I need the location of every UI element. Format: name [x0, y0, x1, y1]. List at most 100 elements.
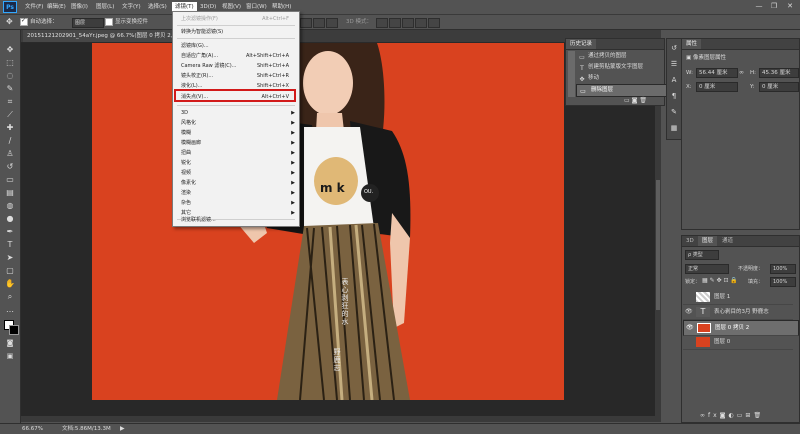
layer-row[interactable]: 图层 0: [683, 335, 793, 350]
fill-input[interactable]: 100%: [770, 277, 796, 287]
background-color-swatch[interactable]: [9, 325, 19, 335]
menu-select[interactable]: 选择(S): [148, 2, 167, 12]
character-panel-icon[interactable]: A: [668, 75, 680, 86]
distribute-button[interactable]: [326, 18, 338, 28]
menu-item-stylize[interactable]: 风格化 ▶: [181, 119, 295, 127]
tab-channels[interactable]: 通道: [718, 236, 737, 246]
3d-slide-button[interactable]: [415, 18, 427, 28]
menu-type[interactable]: 文字(Y): [122, 2, 141, 12]
menu-item-last-filter[interactable]: 上次滤镜操作(F) Alt+Ctrl+F: [181, 15, 295, 23]
minimize-icon[interactable]: —: [752, 1, 766, 12]
menu-item-render[interactable]: 渲染 ▶: [181, 189, 295, 197]
tab-layers[interactable]: 图层: [698, 236, 718, 246]
history-panel-icon[interactable]: ↺: [668, 43, 680, 54]
menu-item-distort[interactable]: 扭曲 ▶: [181, 149, 295, 157]
swatches-panel-icon[interactable]: ▦: [668, 123, 680, 134]
align-button[interactable]: [300, 18, 312, 28]
move-tool-icon[interactable]: ✥: [4, 44, 16, 55]
menu-edit[interactable]: 编辑(E): [47, 2, 66, 12]
history-item[interactable]: ✥ 移动: [576, 73, 664, 84]
quick-select-tool-icon[interactable]: ✎: [4, 83, 16, 94]
screen-mode-icon[interactable]: ▣: [4, 351, 16, 362]
link-layers-icon[interactable]: ∞: [700, 412, 708, 419]
layer-row-selected[interactable]: 👁 图层 0 拷贝 2: [683, 320, 799, 336]
history-item-selected[interactable]: ▭ 删除图层: [576, 84, 670, 97]
menu-item-pixelate[interactable]: 像素化 ▶: [181, 179, 295, 187]
show-transform-checkbox[interactable]: 显示变换控件: [105, 17, 148, 27]
menu-image[interactable]: 图像(I): [71, 2, 88, 12]
menu-item-blur-gallery[interactable]: 模糊画廊 ▶: [181, 139, 295, 147]
type-tool-icon[interactable]: T: [4, 239, 16, 250]
snapshot-camera-icon[interactable]: ◙: [632, 97, 638, 104]
link-icon[interactable]: ∞: [739, 69, 744, 76]
menu-item-lens-correction[interactable]: 镜头校正(R)... Shift+Ctrl+R: [181, 72, 295, 80]
menu-item-convert-smart-filter[interactable]: 转换为智能滤镜(S): [181, 28, 295, 36]
blur-tool-icon[interactable]: ◍: [4, 200, 16, 211]
healing-brush-tool-icon[interactable]: ✚: [4, 122, 16, 133]
layer-row[interactable]: 图层 1: [683, 290, 793, 305]
marquee-tool-icon[interactable]: ⬚: [4, 57, 16, 68]
photo-canvas[interactable]: m k OU.: [92, 43, 564, 401]
menu-layer[interactable]: 图层(L): [96, 2, 114, 12]
menu-item-blur[interactable]: 模糊 ▶: [181, 129, 295, 137]
new-document-from-state-icon[interactable]: ▭: [624, 97, 630, 104]
close-icon[interactable]: ✕: [783, 1, 797, 12]
vertical-scroll-thumb[interactable]: [656, 180, 660, 310]
dodge-tool-icon[interactable]: ●: [4, 213, 16, 224]
trash-icon[interactable]: 🗑: [639, 97, 647, 104]
gradient-tool-icon[interactable]: ▤: [4, 187, 16, 198]
3d-pan-button[interactable]: [402, 18, 414, 28]
height-input[interactable]: 45.36 厘米: [759, 68, 799, 78]
trash-icon[interactable]: 🗑: [753, 412, 764, 419]
eye-icon[interactable]: 👁: [686, 321, 694, 335]
history-item[interactable]: T 创建剪贴蒙版文字图层: [576, 62, 664, 73]
opacity-input[interactable]: 100%: [770, 264, 796, 274]
restore-icon[interactable]: ❐: [767, 1, 781, 12]
menu-item-sharpen[interactable]: 锐化 ▶: [181, 159, 295, 167]
horizontal-scrollbar[interactable]: [21, 416, 661, 422]
auto-select-checkbox[interactable]: 自动选择：: [20, 16, 58, 27]
adjustment-layer-icon[interactable]: ◐: [729, 412, 737, 419]
pen-tool-icon[interactable]: ✒: [4, 226, 16, 237]
shape-tool-icon[interactable]: ▢: [4, 265, 16, 276]
lasso-tool-icon[interactable]: ◌: [4, 70, 16, 81]
brush-panel-icon[interactable]: ✎: [668, 107, 680, 118]
brush-tool-icon[interactable]: ∕: [4, 135, 16, 146]
menu-item-camera-raw[interactable]: Camera Raw 滤镜(C)... Shift+Ctrl+A: [181, 62, 295, 70]
path-select-tool-icon[interactable]: ➤: [4, 252, 16, 263]
eyedropper-tool-icon[interactable]: ⟋: [4, 109, 16, 120]
auto-select-dropdown[interactable]: 图层: [72, 18, 104, 28]
eye-icon[interactable]: 👁: [685, 305, 693, 319]
menu-file[interactable]: 文件(F): [25, 2, 43, 12]
tab-3d[interactable]: 3D: [682, 236, 698, 246]
menu-item-video[interactable]: 视频 ▶: [181, 169, 295, 177]
paragraph-panel-icon[interactable]: ¶: [668, 91, 680, 102]
3d-roll-button[interactable]: [389, 18, 401, 28]
3d-rotate-button[interactable]: [376, 18, 388, 28]
blend-mode-dropdown[interactable]: 正常: [685, 264, 729, 274]
menu-item-adaptive-wide-angle[interactable]: 自适应广角(A)... Alt+Shift+Ctrl+A: [181, 52, 295, 60]
eraser-tool-icon[interactable]: ▭: [4, 174, 16, 185]
history-item[interactable]: ▭ 通过拷贝的图层: [576, 51, 664, 62]
zoom-tool-icon[interactable]: ⌕: [4, 291, 16, 302]
x-input[interactable]: 0 厘米: [696, 82, 738, 92]
menu-item-3d[interactable]: 3D ▶: [181, 109, 295, 117]
y-input[interactable]: 0 厘米: [759, 82, 799, 92]
status-menu-arrow-icon[interactable]: ▶: [120, 425, 125, 433]
properties-panel-icon[interactable]: ☰: [668, 59, 680, 70]
menu-item-browse-online[interactable]: 浏览联机滤镜...: [181, 216, 295, 224]
quick-mask-icon[interactable]: ◙: [4, 338, 16, 349]
clone-stamp-tool-icon[interactable]: ♙: [4, 148, 16, 159]
history-brush-tool-icon[interactable]: ↺: [4, 161, 16, 172]
layer-filter-dropdown[interactable]: ρ 类型: [685, 250, 719, 260]
add-mask-icon[interactable]: ◙: [720, 412, 729, 419]
more-tools-icon[interactable]: …: [4, 304, 16, 315]
move-tool-icon[interactable]: ✥: [6, 17, 13, 27]
history-panel-tab[interactable]: 历史记录: [566, 39, 597, 49]
hand-tool-icon[interactable]: ✋: [4, 278, 16, 289]
document-info[interactable]: 文档:5.86M/13.3M: [62, 425, 111, 433]
crop-tool-icon[interactable]: ⌗: [4, 96, 16, 107]
layer-row[interactable]: 👁 T 表心剥目的3月 野鹿志: [683, 305, 793, 320]
lock-icons[interactable]: ▦ ✎ ✥ ⊡ 🔒: [702, 277, 738, 284]
width-input[interactable]: 56.44 厘米: [696, 68, 738, 78]
